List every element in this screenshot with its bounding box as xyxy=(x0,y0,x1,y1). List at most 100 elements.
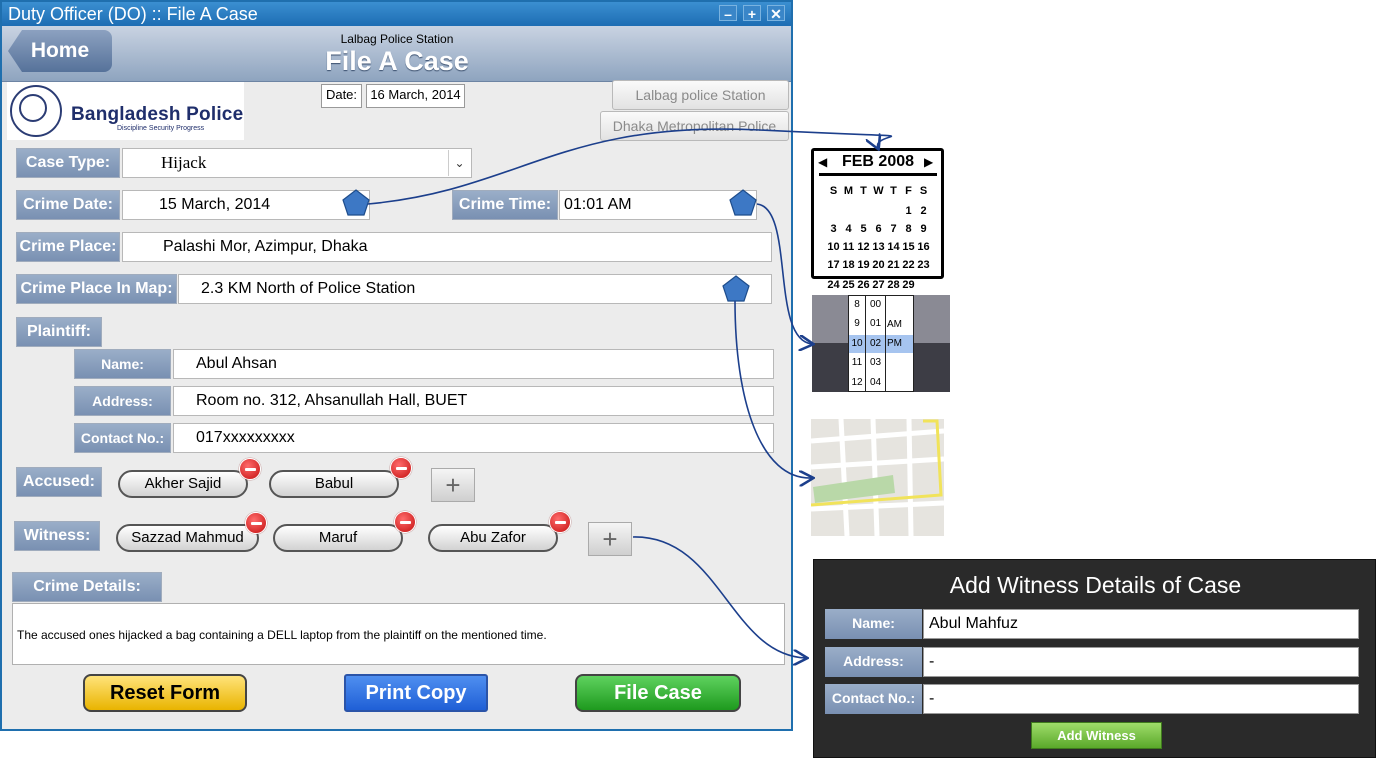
calendar-day[interactable]: 6 xyxy=(871,222,886,237)
minimize-button[interactable]: – xyxy=(719,5,737,22)
hour-option[interactable]: 12 xyxy=(849,373,865,392)
calendar-divider xyxy=(819,173,937,176)
minute-option[interactable]: 04 xyxy=(866,373,885,392)
remove-icon[interactable] xyxy=(239,458,261,480)
ampm-option[interactable]: AM xyxy=(887,315,911,334)
calendar-day[interactable] xyxy=(826,199,841,214)
dmp-button[interactable]: Dhaka Metropolitan Police xyxy=(600,111,789,141)
home-button[interactable]: Home xyxy=(8,30,112,72)
plaintiff-name-field[interactable]: Abul Ahsan xyxy=(173,349,774,379)
crime-place-field[interactable]: Palashi Mor, Azimpur, Dhaka xyxy=(122,232,772,262)
map-graphic xyxy=(810,418,945,537)
calendar-day[interactable]: 9 xyxy=(916,222,931,237)
plaintiff-address-field[interactable]: Room no. 312, Ahsanullah Hall, BUET xyxy=(173,386,774,416)
accused-chip[interactable]: Akher Sajid xyxy=(118,470,248,498)
hour-option[interactable]: 9 xyxy=(849,314,865,333)
calendar-day[interactable] xyxy=(886,199,901,214)
minute-option[interactable]: 01 xyxy=(866,314,885,333)
crime-time-field[interactable]: 01:01 AM xyxy=(559,190,757,220)
remove-icon[interactable] xyxy=(245,512,267,534)
minute-option[interactable]: 03 xyxy=(866,353,885,372)
calendar-day[interactable]: 4 xyxy=(841,222,856,237)
calendar-day[interactable]: 15 xyxy=(901,240,916,255)
calendar-day[interactable]: 28 xyxy=(886,278,901,293)
hour-column[interactable]: 8 9 10 11 12 xyxy=(849,295,865,392)
crime-details-label: Crime Details: xyxy=(12,572,162,602)
calendar-day[interactable]: 21 xyxy=(886,258,901,273)
close-button[interactable]: ✕ xyxy=(767,5,785,22)
witness-address-field[interactable]: - xyxy=(923,647,1359,677)
calendar-day[interactable]: 16 xyxy=(916,240,931,255)
lalbag-station-button[interactable]: Lalbag police Station xyxy=(612,80,789,110)
calendar-day[interactable]: 3 xyxy=(826,222,841,237)
plaintiff-name-label: Name: xyxy=(74,349,171,379)
remove-icon[interactable] xyxy=(390,457,412,479)
calendar-day[interactable]: 17 xyxy=(826,258,841,273)
reset-form-button[interactable]: Reset Form xyxy=(83,674,247,712)
map-picker-icon[interactable] xyxy=(722,275,750,303)
add-witness-plus-button[interactable]: + xyxy=(588,522,632,556)
ampm-option[interactable]: PM xyxy=(887,334,911,353)
map-thumbnail[interactable] xyxy=(810,418,945,537)
page-title: File A Case xyxy=(325,46,469,76)
calendar-day[interactable]: 20 xyxy=(871,258,886,273)
hour-option[interactable]: 8 xyxy=(849,295,865,314)
police-seal-inner xyxy=(19,94,47,122)
witness-chip[interactable]: Maruf xyxy=(273,524,403,552)
calendar-day[interactable]: 23 xyxy=(916,258,931,273)
calendar-day[interactable]: 2 xyxy=(916,204,931,219)
chevron-down-icon[interactable]: ⌄ xyxy=(448,150,470,176)
calendar-day[interactable]: 13 xyxy=(871,240,886,255)
remove-icon[interactable] xyxy=(394,511,416,533)
witness-chip[interactable]: Abu Zafor xyxy=(428,524,558,552)
print-copy-button[interactable]: Print Copy xyxy=(344,674,488,712)
calendar-day[interactable]: 22 xyxy=(901,258,916,273)
witness-contact-field[interactable]: - xyxy=(923,684,1359,714)
add-accused-button[interactable]: + xyxy=(431,468,475,502)
hour-option[interactable]: 10 xyxy=(849,334,865,353)
calendar-day[interactable]: 10 xyxy=(826,240,841,255)
plaintiff-label: Plaintiff: xyxy=(16,317,102,347)
minute-option[interactable]: 02 xyxy=(866,334,885,353)
accused-chip[interactable]: Babul xyxy=(269,470,399,498)
calendar-day[interactable]: 1 xyxy=(901,204,916,219)
witness-name-field[interactable]: Abul Mahfuz xyxy=(923,609,1359,639)
calendar-next-icon[interactable]: ▶ xyxy=(924,155,933,169)
crime-date-field[interactable]: 15 March, 2014 xyxy=(122,190,370,220)
calendar-day[interactable]: 7 xyxy=(886,222,901,237)
calendar-day[interactable]: 29 xyxy=(901,278,916,293)
calendar-day[interactable]: 26 xyxy=(856,278,871,293)
file-case-button[interactable]: File Case xyxy=(575,674,741,712)
calendar-day[interactable]: 19 xyxy=(856,258,871,273)
date-picker-icon[interactable] xyxy=(342,189,370,217)
calendar-day[interactable]: 27 xyxy=(871,278,886,293)
calendar-day[interactable]: 25 xyxy=(841,278,856,293)
remove-icon[interactable] xyxy=(549,511,571,533)
calendar-day[interactable] xyxy=(841,199,856,214)
minute-column[interactable]: 00 01 02 03 04 xyxy=(866,295,885,392)
plaintiff-contact-field[interactable]: 017xxxxxxxxx xyxy=(173,423,774,453)
calendar-day[interactable]: 11 xyxy=(841,240,856,255)
add-witness-button[interactable]: Add Witness xyxy=(1031,722,1162,749)
case-type-select[interactable]: Hijack xyxy=(122,148,472,178)
calendar-prev-icon[interactable]: ◀ xyxy=(818,155,827,169)
crime-details-textarea[interactable]: The accused ones hijacked a bag containi… xyxy=(12,603,785,665)
calendar-day[interactable] xyxy=(871,199,886,214)
witness-chip[interactable]: Sazzad Mahmud xyxy=(116,524,259,552)
calendar-day[interactable]: 18 xyxy=(841,258,856,273)
ampm-column[interactable]: AM PM xyxy=(887,315,911,354)
hour-option[interactable]: 11 xyxy=(849,353,865,372)
calendar-day[interactable]: 12 xyxy=(856,240,871,255)
calendar-day[interactable]: 5 xyxy=(856,222,871,237)
maximize-button[interactable]: + xyxy=(743,5,761,22)
calendar-day[interactable]: 8 xyxy=(901,222,916,237)
calendar-weekday: F xyxy=(905,185,912,197)
crime-place-map-field[interactable]: 2.3 KM North of Police Station xyxy=(178,274,772,304)
time-picker-icon[interactable] xyxy=(729,189,757,217)
minute-option[interactable]: 00 xyxy=(866,295,885,314)
calendar-day[interactable] xyxy=(916,273,931,288)
calendar-day[interactable]: 14 xyxy=(886,240,901,255)
calendar-day[interactable]: 24 xyxy=(826,278,841,293)
calendar-day[interactable] xyxy=(856,199,871,214)
date-value: 16 March, 2014 xyxy=(366,84,465,108)
